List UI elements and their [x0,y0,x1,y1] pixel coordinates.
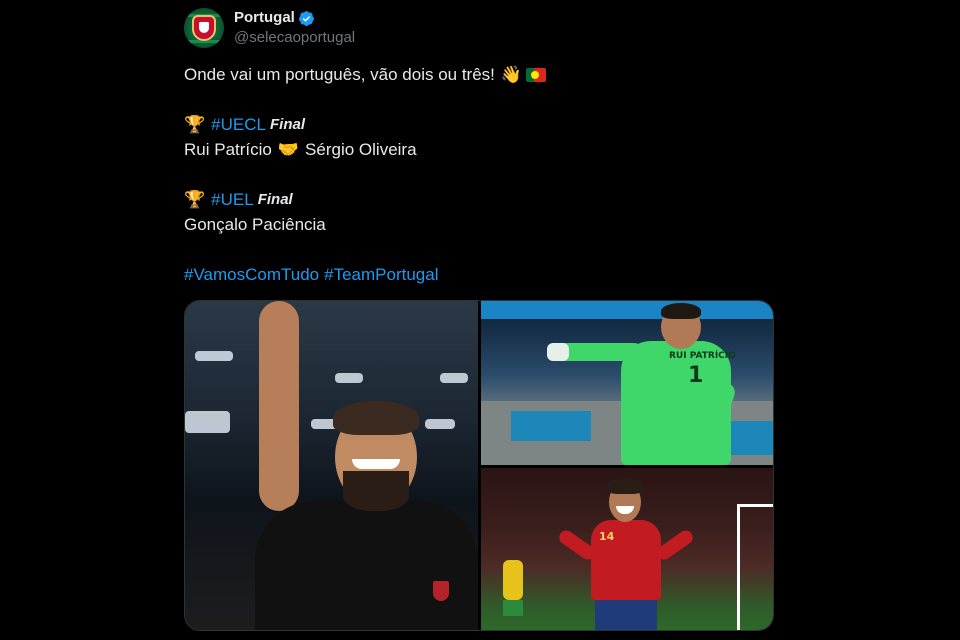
glove-icon [547,343,569,361]
smile [352,459,400,469]
jersey-number: 14 [599,530,615,543]
tweet-header: Portugal @selecaoportugal [184,6,355,50]
tweet-line-text: Onde vai um português, vão dois ou três! [184,65,495,84]
advertising-board [511,411,591,441]
avatar[interactable] [184,8,224,48]
tweet-line-1: Onde vai um português, vão dois ou três!… [184,62,774,87]
stadium-light [425,419,455,429]
photo-sergio-oliveira[interactable] [185,301,478,630]
player-name: Gonçalo Paciência [184,215,326,234]
tweet-line-3: Rui Patrício 🤝 Sérgio Oliveira [184,137,774,162]
author-display-name[interactable]: Portugal [234,8,295,28]
final-label: Final [269,116,305,133]
tweet-text: Onde vai um português, vão dois ou três!… [184,62,774,287]
jersey-number: 1 [688,363,704,388]
tweet-line-4: 🏆 #UEL Final [184,187,774,212]
hashtag-vamoscomtudo-link[interactable]: #VamosComTudo [184,262,319,287]
player-shorts [595,600,657,630]
stadium-roof [481,301,773,319]
stadium-light [185,411,230,433]
handshake-icon: 🤝 [277,140,300,159]
player-arm [654,527,696,563]
hashtag-teamportugal-link[interactable]: #TeamPortugal [324,262,438,287]
player-beard [343,471,409,511]
name-row: Portugal [234,8,355,28]
tweet-line-2: 🏆 #UECL Final [184,112,774,137]
photo-rui-patricio[interactable]: RUI PATRÍCIO 1 [481,301,773,465]
media-grid: RUI PATRÍCIO 1 14 [184,300,774,631]
black-shirt [255,501,478,630]
tweet-line-6: #VamosComTudo #TeamPortugal [184,262,774,287]
crest-icon [433,581,449,601]
waving-hand-icon: 👋 [500,65,523,84]
tweet[interactable]: Portugal @selecaoportugal Onde vai um po… [184,0,774,640]
player-hair [333,401,419,435]
goal-net [737,504,773,630]
stadium-light [440,373,468,383]
trophy-icon: 🏆 [184,115,206,134]
author-info: Portugal @selecaoportugal [234,8,355,48]
stadium-light [195,351,233,361]
author-handle[interactable]: @selecaoportugal [234,28,355,48]
hashtag-uecl-link[interactable]: #UECL [211,112,266,137]
tweet-line-5: Gonçalo Paciência [184,212,774,237]
player-hair [607,478,643,494]
photo-goncalo-paciencia[interactable]: 14 [481,468,773,630]
opponent-player [503,560,523,600]
player-hair [661,303,701,319]
verified-badge-icon[interactable] [298,10,315,27]
fpf-crest-icon [192,15,216,41]
stadium-light [335,373,363,383]
player-name: Sérgio Oliveira [305,140,417,159]
hashtag-uel-link[interactable]: #UEL [211,187,254,212]
player-name: Rui Patrício [184,140,272,159]
raised-arm [259,301,299,511]
jersey-name: RUI PATRÍCIO [669,351,736,361]
portugal-flag-icon [526,67,547,82]
trophy-icon: 🏆 [184,190,206,209]
final-label: Final [257,191,293,208]
opponent-shorts [503,600,523,616]
